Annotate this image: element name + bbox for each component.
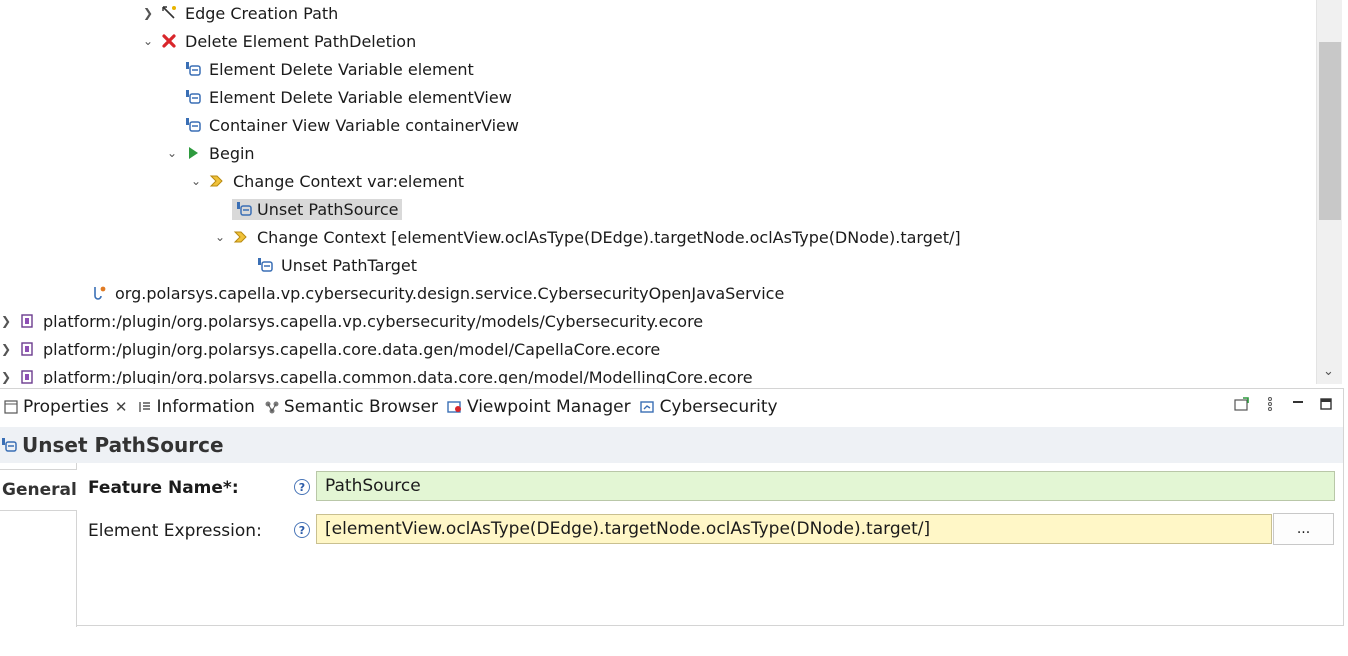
properties-title-bar: Unset PathSource [0,427,1343,463]
view-toolbar [1233,395,1335,413]
unset-icon [0,436,18,454]
selected-label-text: Unset PathSource [257,199,399,219]
chevron-down-icon[interactable]: ⌄ [162,143,182,163]
close-icon[interactable]: ✕ [115,398,128,416]
ecore-package-icon [18,340,36,358]
tab-viewpoint-manager[interactable]: Viewpoint Manager [444,389,637,425]
properties-icon [2,398,20,416]
properties-view: Properties ✕ Information Semantic Browse… [0,388,1344,627]
help-icon[interactable]: ? [294,522,310,538]
semantic-browser-icon [263,398,281,416]
element-expression-field[interactable]: [elementView.oclAsType(DEdge).targetNode… [316,514,1272,544]
view-tab-bar: Properties ✕ Information Semantic Browse… [0,389,1343,425]
tree-row[interactable]: ❯ Edge Creation Path [138,0,341,26]
tree-row-label: org.polarsys.capella.vp.cybersecurity.de… [115,283,785,303]
delete-red-x-icon [160,32,178,50]
variable-icon [184,88,202,106]
edge-creation-icon [160,4,178,22]
feature-name-value: PathSource [325,476,421,496]
unset-icon [235,200,253,218]
tab-label: Viewpoint Manager [466,397,631,417]
variable-icon [184,60,202,78]
ecore-package-icon [18,312,36,330]
tree-row-label: Container View Variable containerView [209,115,519,135]
java-service-icon [90,284,108,302]
tree-row[interactable]: ❯ platform:/plugin/org.polarsys.capella.… [0,336,663,362]
tree-row[interactable]: ⌄ Change Context [elementView.oclAsType(… [210,224,964,250]
tree-row-label: Unset PathTarget [281,255,418,275]
information-icon [136,398,154,416]
variable-icon [184,116,202,134]
maximize-icon[interactable] [1317,395,1335,413]
tree-row[interactable]: ⌄ Delete Element PathDeletion [138,28,419,54]
scroll-down-arrow-icon[interactable]: ⌄ [1323,364,1334,379]
properties-title: Unset PathSource [22,433,224,457]
tab-label: Semantic Browser [283,397,438,417]
feature-name-field[interactable]: PathSource [316,471,1335,501]
tree-row-label: Unset PathSource [232,198,402,220]
ecore-package-icon [18,368,36,384]
change-context-icon [232,228,250,246]
tab-semantic-browser[interactable]: Semantic Browser [261,389,444,425]
change-context-icon [208,172,226,190]
chevron-down-icon[interactable]: ⌄ [210,227,230,247]
chevron-down-icon[interactable]: ⌄ [186,171,206,191]
tree-row-label: platform:/plugin/org.polarsys.capella.vp… [43,311,704,331]
model-tree[interactable]: ❯ Edge Creation Path ⌄ Delete Element Pa… [0,0,1316,384]
tab-label: Cybersecurity [659,397,778,417]
tree-row[interactable]: ❯ platform:/plugin/org.polarsys.capella.… [0,364,756,385]
tree-row[interactable]: ❯ platform:/plugin/org.polarsys.capella.… [0,308,706,334]
tree-row-label: Begin [209,143,255,163]
tree-row-label: platform:/plugin/org.polarsys.capella.co… [43,339,661,359]
element-expression-value: [elementView.oclAsType(DEdge).targetNode… [325,519,931,539]
unset-icon [256,256,274,274]
feature-name-label: Feature Name*: [88,478,239,498]
chevron-down-icon[interactable]: ⌄ [138,31,158,51]
tab-cybersecurity[interactable]: Cybersecurity [637,389,784,425]
tab-label: Properties [23,397,109,417]
tree-row[interactable]: Element Delete Variable element [162,56,477,82]
pin-view-icon[interactable] [1233,395,1251,413]
tab-information[interactable]: Information [134,389,261,425]
minimize-icon[interactable] [1289,395,1307,413]
chevron-right-icon[interactable]: ❯ [0,311,16,331]
begin-play-icon [184,144,202,162]
tree-row-label: Element Delete Variable element [209,59,474,79]
view-menu-icon[interactable] [1261,395,1279,413]
help-icon[interactable]: ? [294,479,310,495]
tree-row[interactable]: org.polarsys.capella.vp.cybersecurity.de… [68,280,787,306]
scrollbar-thumb[interactable] [1319,42,1341,220]
section-tab-general[interactable]: General [0,469,77,511]
tree-row[interactable]: Element Delete Variable elementView [162,84,515,110]
tree-row-label: platform:/plugin/org.polarsys.capella.co… [43,367,753,385]
tree-row[interactable]: ⌄ Begin [162,140,258,166]
tree-row[interactable]: Container View Variable containerView [162,112,522,138]
tab-label: Information [156,397,255,417]
chevron-right-icon[interactable]: ❯ [0,339,16,359]
tree-row-label: Change Context var:element [233,171,465,191]
tree-vertical-scrollbar[interactable]: ⌄ [1316,0,1342,384]
element-expression-label: Element Expression: [88,521,262,541]
tree-row-label: Edge Creation Path [185,3,339,23]
tree-row[interactable]: Unset PathTarget [234,252,420,278]
cybersecurity-icon [639,398,657,416]
chevron-right-icon[interactable]: ❯ [138,3,158,23]
tree-row-selected[interactable]: Unset PathSource [210,196,402,222]
section-tabs: General [0,463,77,627]
tree-row-label: Element Delete Variable elementView [209,87,512,107]
tree-row-label: Delete Element PathDeletion [185,31,417,51]
tab-properties[interactable]: Properties ✕ [0,389,134,425]
chevron-right-icon[interactable]: ❯ [0,367,16,384]
tree-row[interactable]: ⌄ Change Context var:element [186,168,467,194]
viewpoint-manager-icon [446,398,464,416]
tree-row-label: Change Context [elementView.oclAsType(DE… [257,227,961,247]
browse-button[interactable]: ... [1273,513,1334,545]
